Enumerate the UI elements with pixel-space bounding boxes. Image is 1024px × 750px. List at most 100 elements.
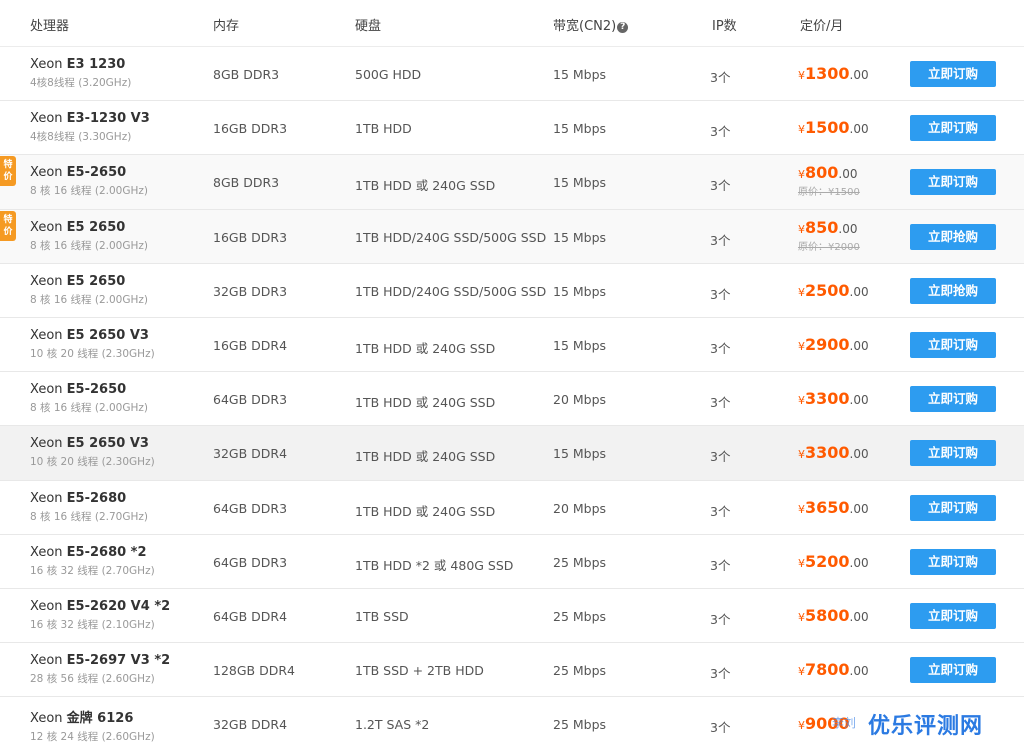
cpu-cell: Xeon E5 2650 V3 10 核 20 线程 (2.30GHz) <box>30 436 210 469</box>
ip-cell: 3个 <box>710 666 731 682</box>
memory-cell: 8GB DDR3 <box>213 175 280 191</box>
cpu-name: Xeon E5 2650 <box>30 274 210 289</box>
currency-symbol: ¥ <box>798 222 805 236</box>
original-price: 原价：¥2000 <box>798 241 860 253</box>
cpu-cell: Xeon E5 2650 8 核 16 线程 (2.00GHz) <box>30 220 210 253</box>
disk-cell: 1TB HDD/240G SSD/500G SSD <box>355 229 547 245</box>
cpu-model: 金牌 6126 <box>66 711 134 727</box>
order-button[interactable]: 立即抢购 <box>910 223 996 250</box>
header-memory: 内存 <box>213 19 240 34</box>
header-bandwidth: 带宽(CN2)? <box>553 15 629 34</box>
memory-cell: 8GB DDR3 <box>213 67 280 82</box>
price-value: 2900 <box>805 334 850 354</box>
disk-cell: 1TB HDD 或 240G SSD <box>355 503 496 519</box>
order-button[interactable]: 立即订购 <box>910 494 996 521</box>
price-decimal: .00 <box>838 221 858 236</box>
order-button[interactable]: 立即订购 <box>910 331 996 358</box>
currency-symbol: ¥ <box>798 168 805 182</box>
disk-cell: 500G HDD <box>355 67 422 82</box>
memory-cell: 64GB DDR4 <box>213 608 288 624</box>
disk-cell: 1TB HDD *2 或 480G SSD <box>355 557 514 573</box>
disk-cell: 1TB HDD/240G SSD/500G SSD <box>355 283 547 299</box>
currency-symbol: ¥ <box>798 448 805 462</box>
cpu-name: Xeon E5 2650 V3 <box>30 436 210 451</box>
memory-cell: 16GB DDR4 <box>213 337 288 353</box>
cpu-cores: 12 核 24 线程 (2.60GHz) <box>30 731 155 744</box>
price-value: 850 <box>805 217 839 237</box>
order-button[interactable]: 立即订购 <box>910 386 996 413</box>
order-button[interactable]: 立即订购 <box>910 440 996 467</box>
table-row: 特价 Xeon E5-2650 8 核 16 线程 (2.00GHz) 8GB DDR… <box>0 155 1024 210</box>
disk-cell: 1TB HDD 或 240G SSD <box>355 449 496 465</box>
cpu-cores: 8 核 16 线程 (2.00GHz) <box>30 185 149 198</box>
order-button[interactable]: 立即订购 <box>910 61 996 87</box>
order-button[interactable]: 立即订购 <box>910 548 996 575</box>
cpu-name: Xeon 金牌 6126 <box>30 707 210 726</box>
price-value: 3300 <box>805 443 850 463</box>
currency-symbol: ¥ <box>798 285 805 299</box>
table-row: Xeon E5 2650 8 核 16 线程 (2.00GHz) 32GB DDR3… <box>0 263 1024 318</box>
cpu-name: Xeon E5-2680 *2 <box>30 545 210 560</box>
cpu-name: Xeon E5-2650 <box>30 382 210 397</box>
memory-cell: 64GB DDR3 <box>213 500 288 516</box>
table-header: 处理器 内存 硬盘 带宽(CN2)? IP数 定价/月 <box>0 0 1024 47</box>
table-row: Xeon E5-2697 V3 *2 28 核 56 线程 (2.60GHz) 12… <box>0 643 1024 698</box>
disk-cell: 1.2T SAS *2 <box>355 717 430 733</box>
cpu-cell: Xeon 金牌 6126 12 核 24 线程 (2.60GHz) <box>30 707 210 744</box>
cpu-name: Xeon E3-1230 V3 <box>30 111 210 126</box>
cpu-model: E5-2620 V4 *2 <box>66 598 171 614</box>
cpu-name: Xeon E5 2650 V3 <box>30 328 210 343</box>
cpu-model: E3-1230 V3 <box>66 111 150 127</box>
price-cell: ¥3650.00 <box>798 498 869 517</box>
special-offer-badge: 特价 <box>0 210 16 241</box>
price-decimal: .00 <box>849 664 869 679</box>
bandwidth-cell: 25 Mbps <box>553 608 607 624</box>
price-cell: ¥1300.00 <box>798 64 869 83</box>
price-value: 7800 <box>805 660 850 680</box>
order-button[interactable]: 立即订购 <box>910 657 996 684</box>
cpu-model: E5 2650 <box>66 219 126 235</box>
currency-symbol: ¥ <box>798 610 805 624</box>
price-decimal: .00 <box>849 338 869 353</box>
cpu-brand: Xeon <box>30 544 63 560</box>
order-button[interactable]: 立即订购 <box>910 602 996 629</box>
bandwidth-cell: 15 Mbps <box>553 175 607 191</box>
order-button[interactable]: 立即订购 <box>910 169 996 196</box>
price-decimal: .00 <box>849 609 869 624</box>
currency-symbol: ¥ <box>798 394 805 408</box>
price-value: 3650 <box>805 497 850 517</box>
disk-cell: 1TB HDD 或 240G SSD <box>355 340 496 356</box>
price-cell: ¥3300.00 <box>798 443 869 462</box>
help-icon[interactable]: ? <box>617 22 629 33</box>
currency-symbol: ¥ <box>798 123 805 137</box>
memory-cell: 32GB DDR4 <box>213 717 288 733</box>
order-button[interactable]: 立即订购 <box>910 115 996 142</box>
bandwidth-cell: 15 Mbps <box>553 446 607 462</box>
memory-cell: 64GB DDR3 <box>213 554 288 570</box>
cpu-cores: 28 核 56 线程 (2.60GHz) <box>30 673 155 686</box>
cpu-brand: Xeon <box>30 273 63 289</box>
cpu-cores: 10 核 20 线程 (2.30GHz) <box>30 347 155 360</box>
ip-cell: 3个 <box>710 70 731 85</box>
cpu-cores: 16 核 32 线程 (2.70GHz) <box>30 564 155 577</box>
disk-cell: 1TB SSD + 2TB HDD <box>355 663 484 679</box>
ip-cell: 3个 <box>710 178 731 194</box>
cpu-cores: 4核8线程 (3.30GHz) <box>30 131 132 144</box>
price-cell: ¥2500.00 <box>798 281 869 300</box>
cpu-name: Xeon E5-2620 V4 *2 <box>30 599 210 614</box>
table-row: Xeon E3-1230 V3 4核8线程 (3.30GHz) 16GB DDR3 1… <box>0 101 1024 156</box>
cpu-model: E5-2680 <box>66 490 127 506</box>
order-button[interactable]: 立即抢购 <box>910 277 996 304</box>
header-bandwidth-label: 带宽(CN2) <box>553 19 617 34</box>
cpu-name: Xeon E3 1230 <box>30 57 210 72</box>
currency-symbol: ¥ <box>798 665 805 679</box>
watermark: 优乐评测网 <box>868 714 984 739</box>
cpu-model: E5-2650 <box>66 382 127 398</box>
cpu-cores: 10 核 20 线程 (2.30GHz) <box>30 456 155 469</box>
memory-cell: 64GB DDR3 <box>213 392 288 408</box>
ip-cell: 3个 <box>710 720 731 736</box>
price-cell: ¥3300.00 <box>798 389 869 408</box>
price-decimal: .00 <box>849 68 869 82</box>
header-ip: IP数 <box>712 19 737 34</box>
bandwidth-cell: 15 Mbps <box>553 67 607 82</box>
